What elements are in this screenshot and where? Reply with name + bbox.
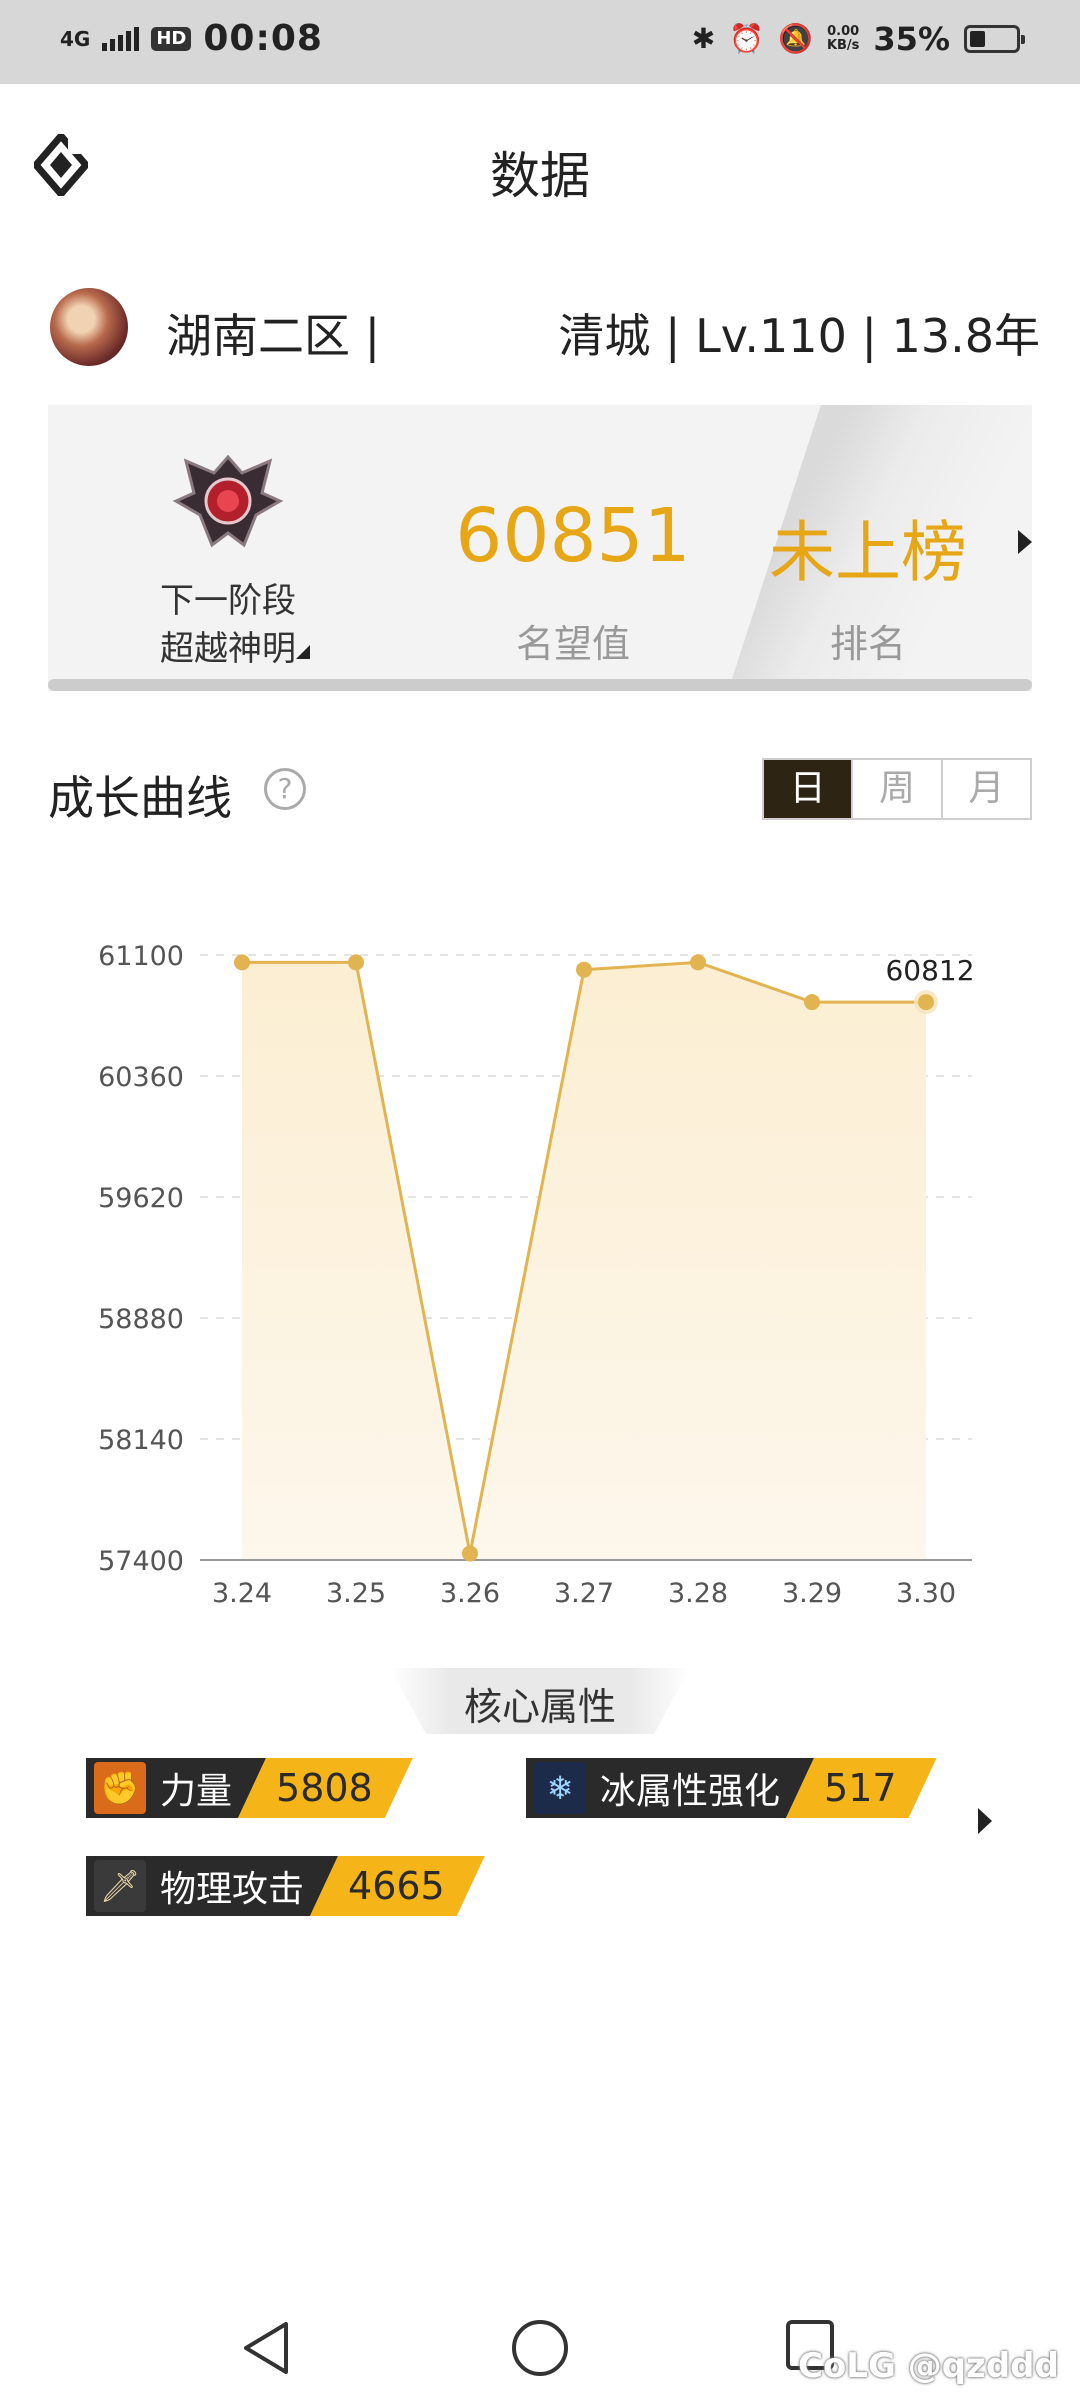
growth-title: 成长曲线 (48, 771, 232, 825)
bluetooth-icon: ✱ (691, 22, 716, 55)
tab-day[interactable]: 日 (764, 760, 852, 818)
back-icon[interactable] (240, 2320, 292, 2376)
home-icon[interactable] (512, 2320, 568, 2376)
attribute-attack-name-block: 🗡 物理攻击 (86, 1856, 338, 1916)
data-point (918, 994, 934, 1011)
attribute-name: 力量 (160, 1771, 233, 1812)
y-tick-label: 58140 (98, 1425, 184, 1456)
player-info: 清城 | Lv.110 | 13.8年 (558, 309, 1040, 363)
alarm-icon: ⏰ (729, 22, 765, 55)
sword-icon: 🗡 (94, 1860, 146, 1912)
rank-value: 未上榜 (769, 514, 967, 591)
net-speed: 0.00 KB/s (827, 25, 859, 53)
card-next-arrow-icon[interactable] (1018, 530, 1032, 554)
attribute-value: 517 (824, 1766, 897, 1810)
y-tick-label: 59620 (98, 1183, 184, 1214)
profile-row: 湖南二区 | 清城 | Lv.110 | 13.8年 (0, 280, 1080, 380)
x-tick-label: 3.29 (782, 1578, 842, 1609)
attribute-ice-name-block: ❄ 冰属性强化 (526, 1758, 814, 1818)
mute-bell-icon: 🔕 (778, 22, 813, 55)
hd-icon: HD (151, 26, 192, 51)
data-point (462, 1545, 478, 1562)
x-tick-label: 3.27 (554, 1578, 614, 1609)
attribute-strength-name-block: ✊ 力量 (86, 1758, 266, 1818)
ice-crystal-icon: ❄ (534, 1762, 586, 1814)
fist-icon: ✊ (94, 1762, 146, 1814)
avatar[interactable] (50, 288, 128, 366)
net-speed-value: 0.00 (827, 24, 860, 39)
signal-type: 4G (60, 26, 91, 51)
status-left: 4G HD 00:08 (60, 18, 323, 59)
x-tick-label: 3.26 (440, 1578, 500, 1609)
x-tick-label: 3.28 (668, 1578, 728, 1609)
area-fill (242, 962, 926, 1560)
fame-label: 名望值 (515, 622, 630, 666)
y-tick-label: 61100 (98, 941, 184, 972)
y-tick-label: 58880 (98, 1304, 184, 1335)
card-bottom-bar (48, 679, 1032, 691)
fame-value: 60851 (455, 493, 691, 579)
x-tick-label: 3.30 (896, 1578, 956, 1609)
attributes-next-arrow-icon[interactable] (978, 1808, 992, 1834)
watermark: CoLG @qzddd (798, 2346, 1059, 2386)
data-label: 60812 (885, 954, 974, 987)
next-stage-label: 下一阶段 (160, 581, 296, 621)
rank-emblem-icon (172, 454, 284, 548)
page-title: 数据 (490, 147, 590, 205)
y-tick-label: 57400 (98, 1546, 184, 1577)
status-bar: 4G HD 00:08 ✱ ⏰ 🔕 0.00 KB/s 35% (0, 0, 1080, 84)
attribute-value-block: 4665 (310, 1856, 485, 1916)
data-point (234, 954, 250, 971)
battery-percent: 35% (873, 20, 950, 58)
x-tick-label: 3.25 (326, 1578, 386, 1609)
attribute-strength: ✊ 力量 5808 (86, 1758, 413, 1818)
system-nav-bar (0, 2280, 1080, 2408)
attribute-value: 5808 (276, 1766, 373, 1810)
attribute-value-block: 5808 (238, 1758, 413, 1818)
data-point (690, 954, 706, 971)
net-speed-unit: KB/s (826, 38, 860, 53)
server-name: 湖南二区 | (166, 309, 381, 363)
tab-week[interactable]: 周 (851, 760, 940, 818)
app-header: 数据 (0, 84, 1080, 254)
corner-arrow-icon (296, 645, 310, 659)
rank-label: 排名 (829, 622, 906, 666)
period-segmented-control: 日 周 月 (762, 758, 1032, 820)
core-title: 核心属性 (463, 1685, 616, 1729)
signal-icon (102, 26, 140, 51)
attribute-ice-enhance: ❄ 冰属性强化 517 (526, 1758, 937, 1818)
status-time: 00:08 (203, 18, 323, 59)
growth-chart: 61100 60360 59620 58880 58140 57400 3.24 3.25 3.… (98, 941, 974, 1609)
attribute-name: 冰属性强化 (600, 1771, 781, 1812)
data-point (576, 961, 592, 978)
attribute-physical-attack: 🗡 物理攻击 4665 (86, 1856, 485, 1916)
next-stage-name: 超越神明 (160, 629, 296, 669)
attribute-name: 物理攻击 (160, 1869, 305, 1910)
y-tick-label: 60360 (98, 1062, 184, 1093)
data-point (804, 994, 820, 1011)
battery-icon (964, 25, 1025, 53)
x-tick-label: 3.24 (212, 1578, 272, 1609)
tab-month[interactable]: 月 (940, 760, 1030, 818)
help-icon[interactable]: ? (264, 768, 306, 810)
attribute-value: 4665 (348, 1864, 445, 1908)
status-right: ✱ ⏰ 🔕 0.00 KB/s 35% (691, 20, 1025, 58)
fame-card[interactable]: 下一阶段 超越神明 60851 名望值 未上榜 排名 (48, 405, 1032, 691)
data-point (348, 954, 364, 971)
